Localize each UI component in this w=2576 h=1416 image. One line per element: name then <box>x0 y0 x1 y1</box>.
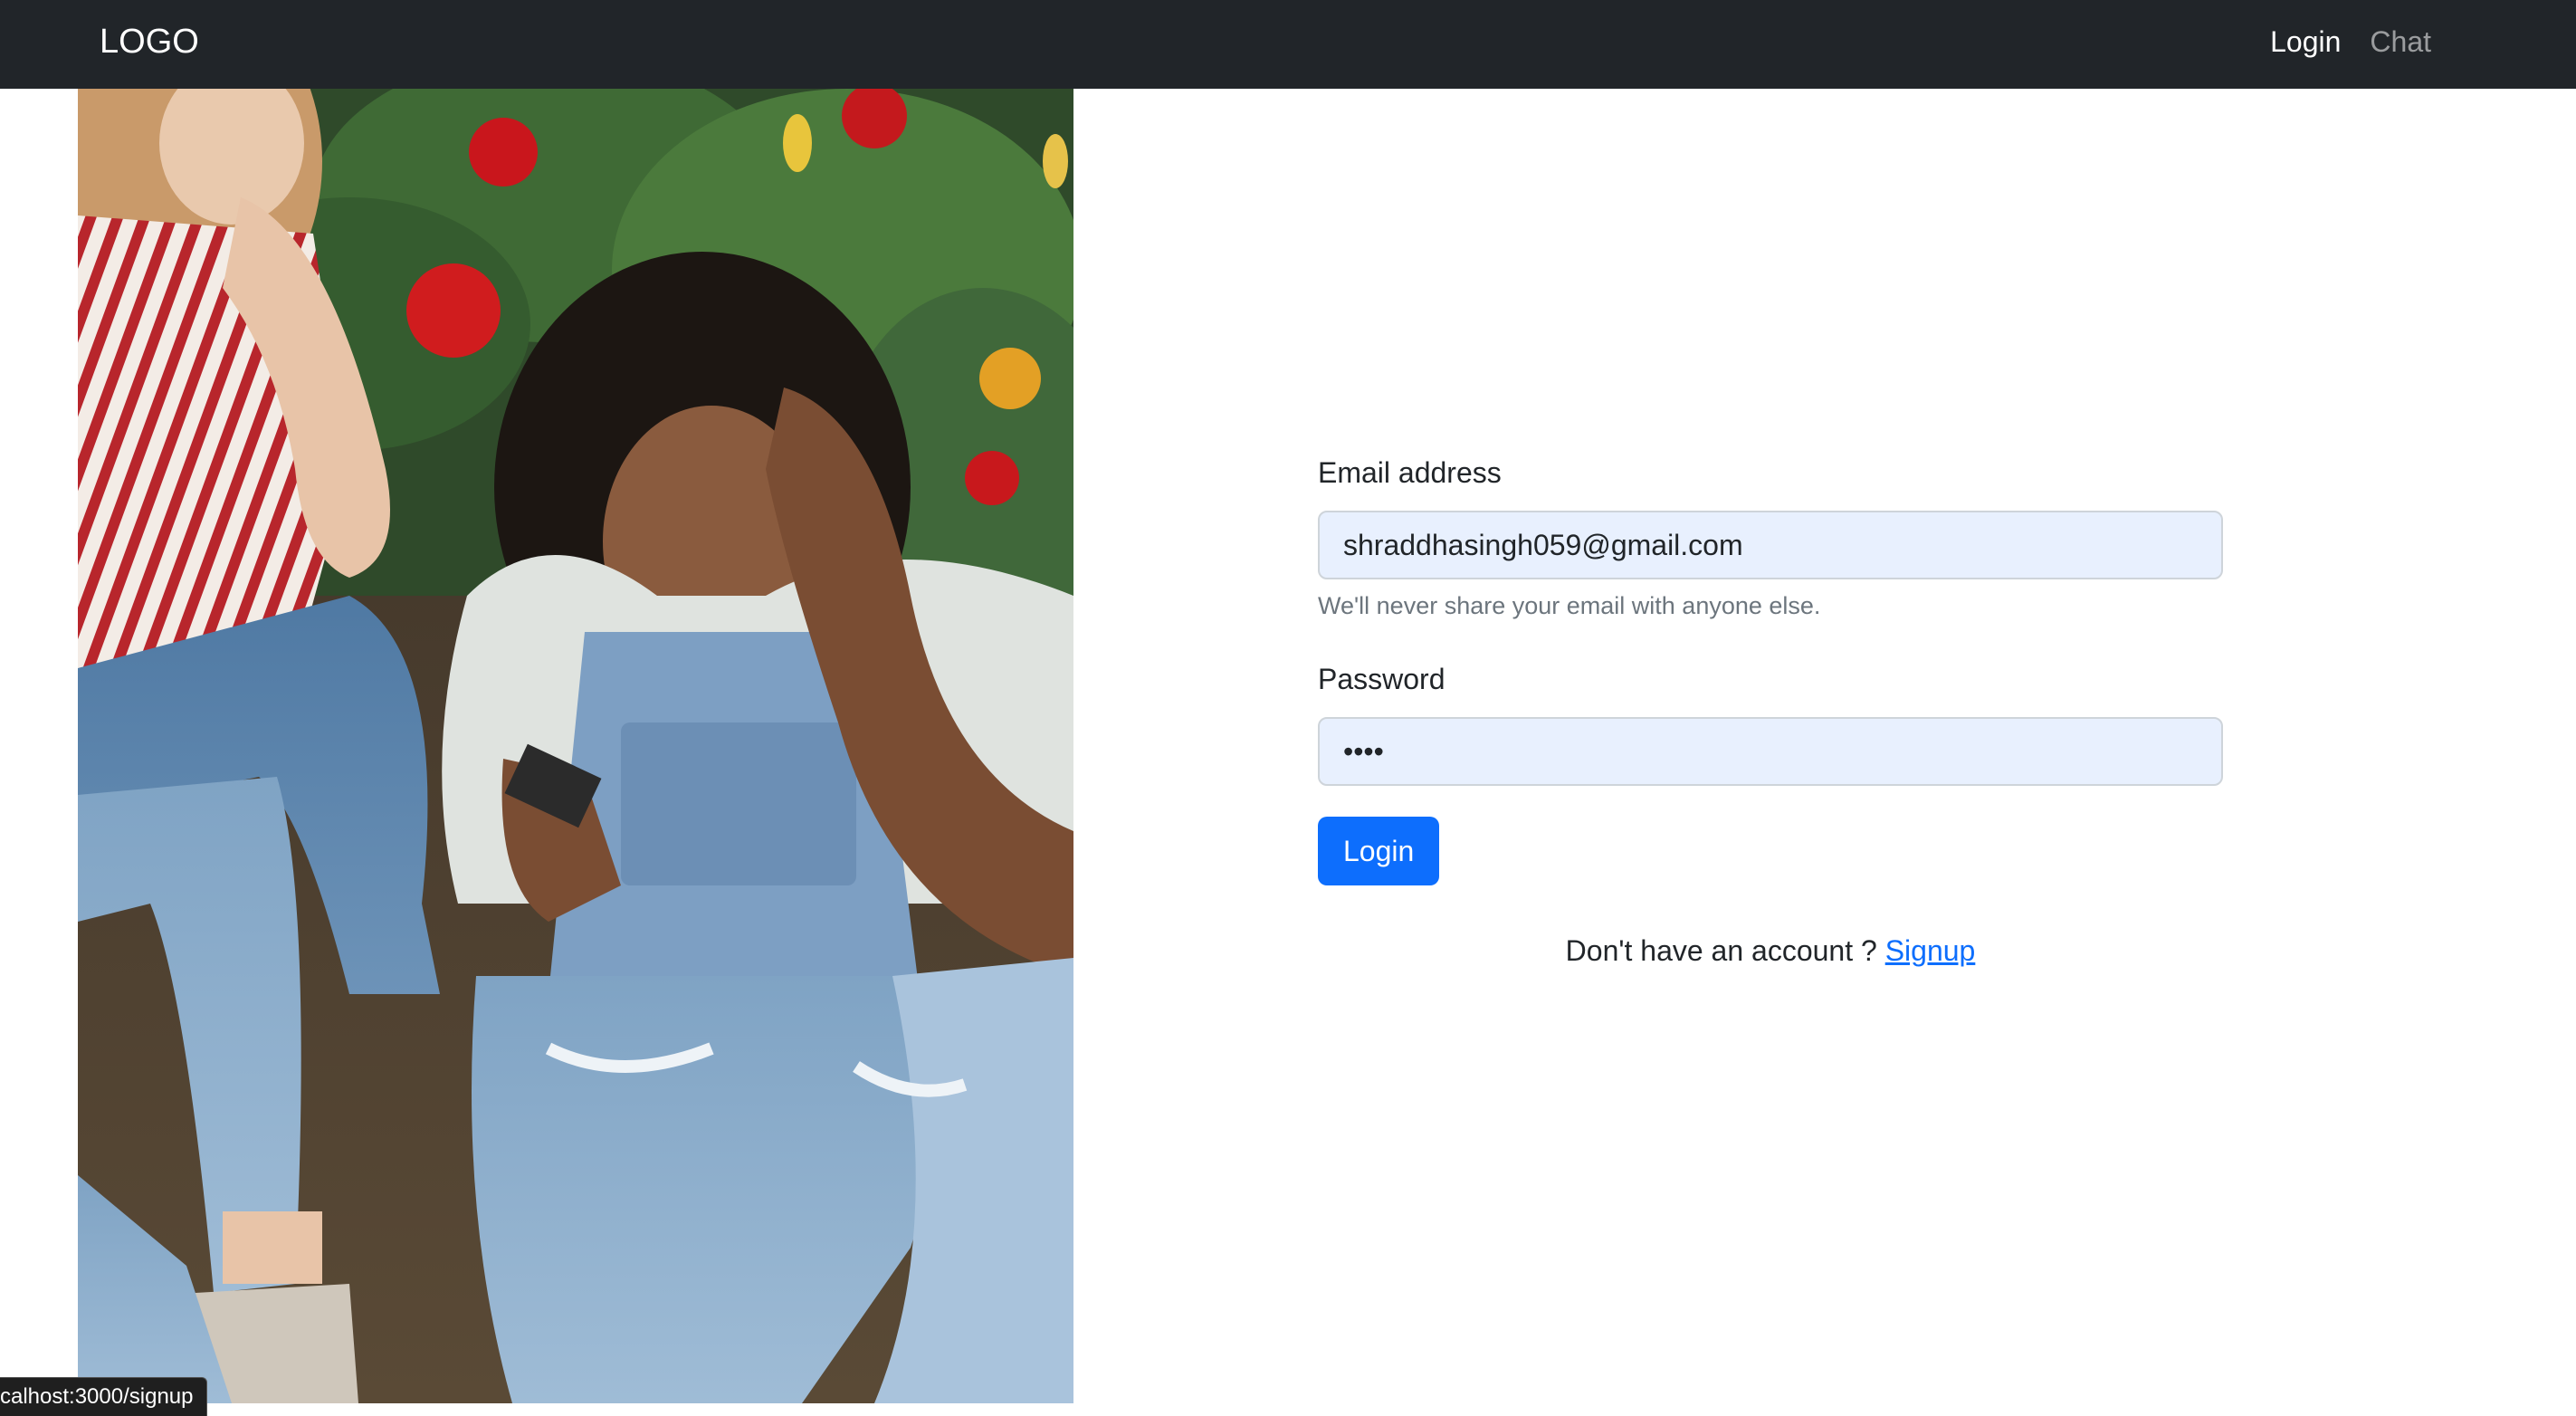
nav-link-chat[interactable]: Chat <box>2370 20 2431 63</box>
email-field[interactable] <box>1318 511 2223 579</box>
signup-prompt: Don't have an account ? Signup <box>1318 931 2223 971</box>
hero-photo-illustration <box>78 89 1073 1403</box>
login-button[interactable]: Login <box>1318 817 1440 885</box>
status-bar-url: calhost:3000/signup <box>0 1377 207 1416</box>
top-navbar: LOGO Login Chat <box>0 0 2576 89</box>
password-group: Password <box>1318 659 2223 786</box>
email-help-text: We'll never share your email with anyone… <box>1318 592 1821 619</box>
password-label: Password <box>1318 663 1445 695</box>
nav-link-login[interactable]: Login <box>2270 20 2341 63</box>
signup-link[interactable]: Signup <box>1885 934 1976 967</box>
password-field[interactable] <box>1318 717 2223 786</box>
login-form: Email address We'll never share your ema… <box>1318 453 2223 971</box>
signup-prompt-text: Don't have an account ? <box>1565 934 1885 967</box>
nav-links: Login Chat <box>2270 20 2431 63</box>
email-label: Email address <box>1318 456 1502 489</box>
hero-photo <box>78 89 1073 1403</box>
brand-logo[interactable]: LOGO <box>100 20 199 63</box>
